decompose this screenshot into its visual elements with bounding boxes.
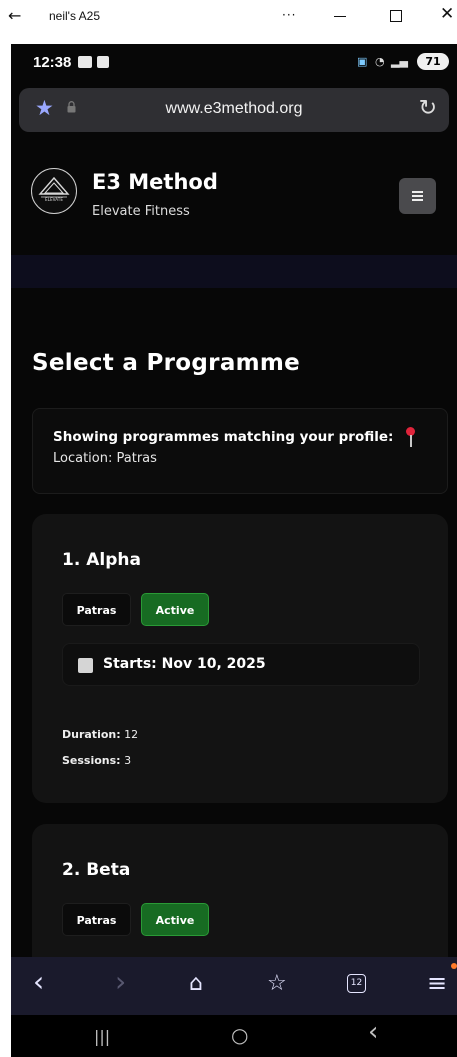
wifi-icon: ◔ [375, 55, 385, 68]
nav-forward-icon[interactable]: › [115, 965, 126, 998]
nav-back-icon[interactable]: ‹ [33, 965, 44, 998]
filter-text: Showing programmes matching your profile… [53, 429, 394, 445]
duration-label: Duration: [62, 728, 121, 741]
site-brand-name[interactable]: E3 Method [92, 170, 218, 194]
cast-icon: ▣ [357, 55, 368, 68]
menu-line [412, 191, 423, 193]
programme-title[interactable]: 2. Beta [62, 860, 130, 880]
menu-line [412, 199, 423, 201]
window-title-bar: ← neil's A25 ··· ✕ [0, 0, 457, 36]
close-icon[interactable]: ✕ [440, 4, 454, 24]
notification-dot [451, 963, 457, 969]
hamburger-menu-button[interactable] [399, 178, 436, 214]
programme-card[interactable]: 1. Alpha Patras Active Starts: Nov 10, 2… [32, 514, 448, 803]
calendar-icon [78, 658, 93, 673]
start-date-box: Starts: Nov 10, 2025 [62, 643, 420, 686]
minimize-button[interactable] [334, 16, 346, 17]
location-tag: Patras [62, 903, 131, 936]
notification-icon-2 [97, 56, 109, 68]
signal-icon: ▂▄ [391, 55, 408, 68]
menu-icon[interactable]: ≡ [427, 969, 447, 997]
location-pin-icon [403, 427, 417, 449]
nav-band [11, 255, 457, 288]
programme-title[interactable]: 1. Alpha [62, 550, 141, 570]
sessions-value: 3 [124, 754, 132, 767]
browser-toolbar: ‹ › ⌂ ☆ 12 ≡ [11, 957, 457, 1015]
site-logo[interactable]: ELEVATE [31, 168, 77, 214]
logo-text: ELEVATE [45, 197, 63, 202]
tabs-count-icon[interactable]: 12 [347, 974, 366, 993]
location-tag: Patras [62, 593, 131, 626]
system-navigation-bar: ||| ○ ‹ [11, 1015, 457, 1057]
duration-row: Duration: 12 [62, 728, 138, 741]
status-badge: Active [141, 903, 209, 936]
status-time: 12:38 [33, 54, 72, 71]
profile-filter-box: Showing programmes matching your profile… [32, 408, 448, 494]
menu-line [412, 195, 423, 197]
location-text: Location: Patras [53, 451, 157, 466]
page-title: Select a Programme [32, 350, 301, 376]
start-date: Starts: Nov 10, 2025 [103, 656, 266, 672]
reload-icon[interactable]: ↻ [419, 96, 437, 121]
recent-apps-icon[interactable]: ||| [94, 1027, 110, 1046]
more-options-icon[interactable]: ··· [282, 8, 296, 22]
duration-value: 12 [124, 728, 139, 741]
status-bar: 12:38 ▣ ◔ ▂▄ 71 [11, 44, 457, 84]
notification-icon [78, 56, 92, 68]
back-arrow-icon[interactable]: ← [8, 6, 21, 25]
address-bar[interactable]: ★ www.e3method.org ↻ [19, 88, 449, 132]
status-badge: Active [141, 593, 209, 626]
phone-screen: 12:38 ▣ ◔ ▂▄ 71 ★ www.e3method.org ↻ ELE… [11, 44, 457, 1057]
window-title: neil's A25 [49, 9, 100, 23]
maximize-button[interactable] [390, 10, 402, 22]
bookmarks-icon[interactable]: ☆ [267, 971, 287, 996]
home-button-icon[interactable]: ○ [231, 1023, 248, 1047]
battery-indicator: 71 [417, 53, 449, 70]
home-icon[interactable]: ⌂ [189, 971, 203, 996]
sessions-row: Sessions: 3 [62, 754, 131, 767]
site-tagline: Elevate Fitness [92, 204, 190, 219]
url-text[interactable]: www.e3method.org [19, 100, 449, 118]
system-back-icon[interactable]: ‹ [368, 1017, 378, 1047]
sessions-label: Sessions: [62, 754, 121, 767]
